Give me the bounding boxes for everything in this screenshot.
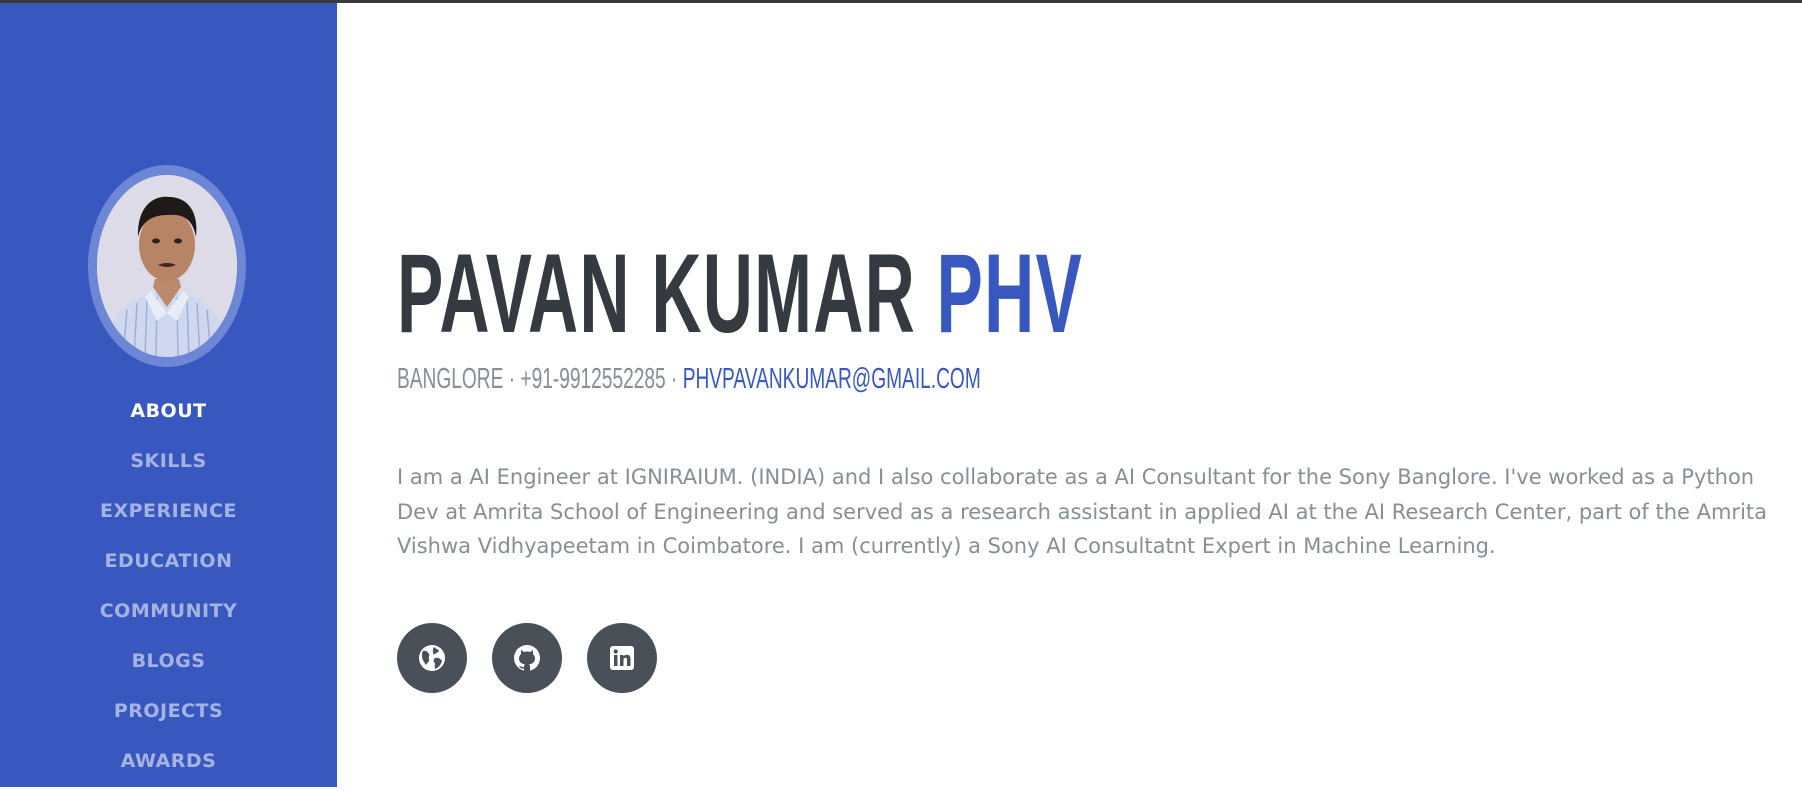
nav-item-education[interactable]: EDUCATION (0, 541, 337, 591)
nav-item-skills[interactable]: SKILLS (0, 441, 337, 491)
nav-item-awards[interactable]: AWARDS (0, 741, 337, 791)
avatar (97, 175, 237, 357)
linkedin-icon (610, 646, 634, 670)
nav-item-experience[interactable]: EXPERIENCE (0, 491, 337, 541)
separator: · (665, 363, 683, 395)
email-link[interactable]: PHVPAVANKUMAR@GMAIL.COM (683, 363, 981, 395)
linkedin-button[interactable] (587, 623, 657, 693)
nav-item-blogs[interactable]: BLOGS (0, 641, 337, 691)
nav-menu: ABOUT SKILLS EXPERIENCE EDUCATION COMMUN… (0, 391, 337, 791)
top-border (0, 0, 1802, 3)
contact-line: BANGLORE · +91-9912552285 · PHVPAVANKUMA… (397, 362, 981, 396)
phone-text: +91-9912552285 (520, 363, 666, 395)
profile-photo (97, 175, 237, 357)
github-icon (514, 645, 540, 671)
social-links (397, 623, 657, 693)
page-title: PAVAN KUMAR PHV (397, 238, 1083, 350)
separator: · (503, 363, 521, 395)
github-button[interactable] (492, 623, 562, 693)
nav-item-community[interactable]: COMMUNITY (0, 591, 337, 641)
sidebar: ABOUT SKILLS EXPERIENCE EDUCATION COMMUN… (0, 3, 337, 787)
location-text: BANGLORE (397, 363, 504, 395)
website-button[interactable] (397, 623, 467, 693)
first-name: PAVAN KUMAR (397, 231, 916, 356)
last-name: PHV (936, 231, 1084, 356)
nav-item-about[interactable]: ABOUT (0, 391, 337, 441)
nav-item-projects[interactable]: PROJECTS (0, 691, 337, 741)
globe-icon (419, 645, 445, 671)
bio-text: I am a AI Engineer at IGNIRAIUM. (INDIA)… (397, 465, 1768, 558)
